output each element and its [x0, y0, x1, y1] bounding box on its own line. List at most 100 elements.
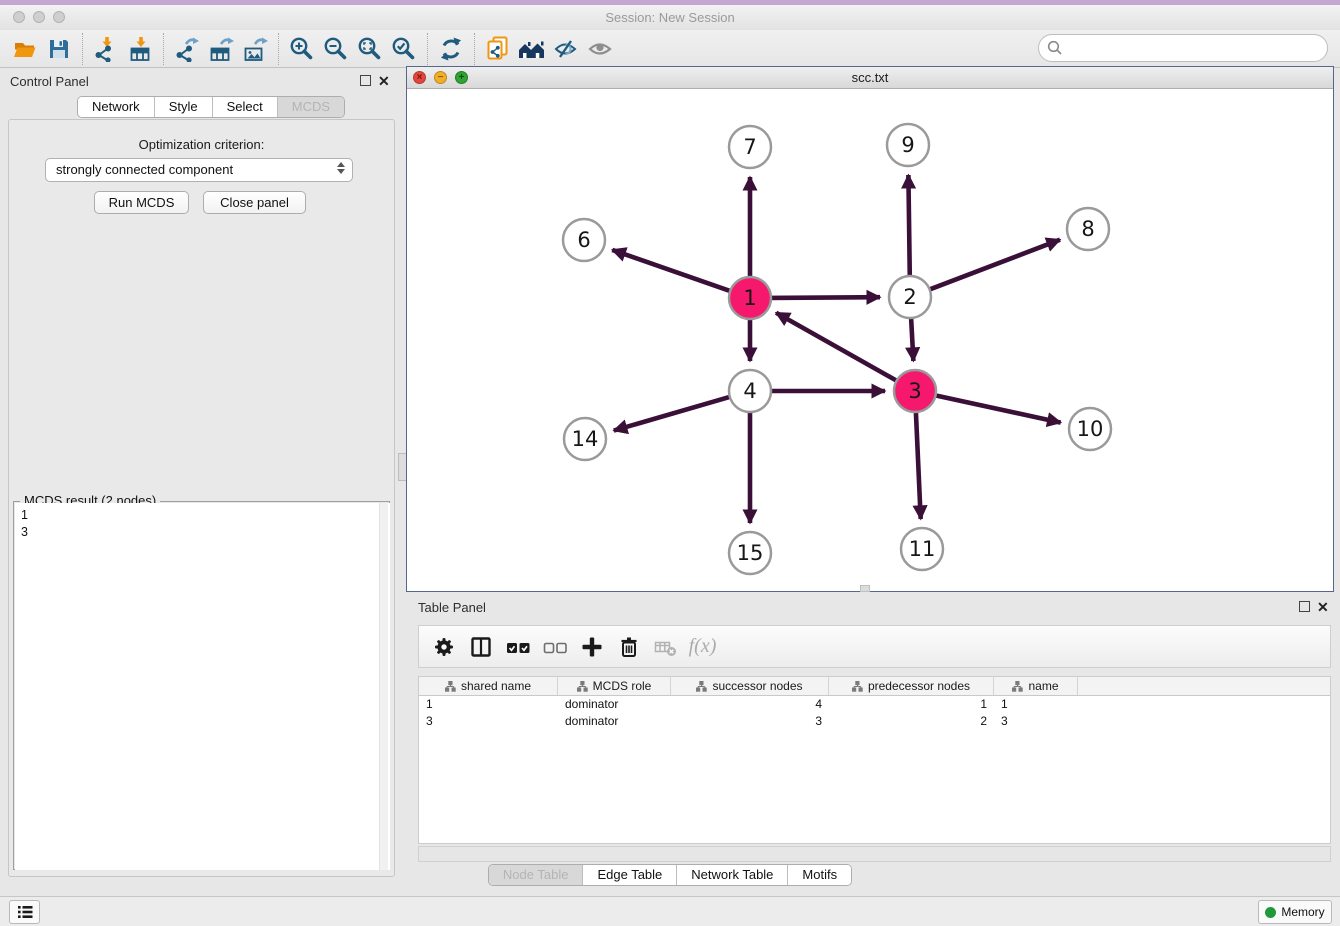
refresh-button[interactable] [434, 33, 468, 65]
zoom-selected-button[interactable] [387, 33, 421, 65]
table-row[interactable]: 3dominator323 [419, 713, 1330, 730]
edge-1-6[interactable] [612, 250, 732, 292]
column-header-name[interactable]: name [994, 677, 1078, 695]
table-float-icon[interactable] [1299, 601, 1310, 612]
column-label: name [1028, 679, 1058, 693]
search-icon [1047, 40, 1063, 56]
mcds-result-group: MCDS result (2 nodes) 1 3 [13, 501, 390, 870]
column-label: successor nodes [712, 679, 802, 693]
tab-select[interactable]: Select [213, 97, 278, 117]
cell-name[interactable]: 1 [994, 696, 1078, 713]
cell-shared-name[interactable]: 1 [419, 696, 558, 713]
titlebar: Session: New Session [0, 5, 1340, 30]
edge-1-2[interactable] [769, 297, 880, 298]
minimize-window-button[interactable] [33, 11, 45, 23]
hide-selected-button[interactable] [549, 33, 583, 65]
node-label-15: 15 [737, 541, 764, 565]
memory-button[interactable]: Memory [1258, 900, 1332, 924]
main-toolbar [0, 30, 1340, 68]
show-all-button[interactable] [583, 33, 617, 65]
cell-successor-nodes[interactable]: 4 [671, 696, 829, 713]
save-session-button[interactable] [42, 33, 76, 65]
window-title: Session: New Session [0, 5, 1340, 30]
network-view-window: × − + scc.txt 7968124314101511 [406, 66, 1334, 592]
create-column-button[interactable] [573, 629, 610, 665]
edge-4-14[interactable] [614, 396, 732, 430]
export-table-button[interactable] [204, 33, 238, 65]
open-session-button[interactable] [8, 33, 42, 65]
tab-mcds[interactable]: MCDS [278, 97, 344, 117]
network-resize-grip[interactable] [860, 585, 870, 592]
table-scrollbar[interactable] [418, 846, 1331, 862]
table-settings-button[interactable] [425, 629, 462, 665]
toolbar-separator [163, 33, 164, 65]
edge-3-10[interactable] [934, 395, 1061, 423]
unselect-all-columns-button[interactable] [536, 629, 573, 665]
column-header-successor-nodes[interactable]: successor nodes [671, 677, 829, 695]
import-network-button[interactable] [89, 33, 123, 65]
edge-2-3[interactable] [911, 316, 913, 361]
refresh-icon [438, 36, 464, 62]
import-table-button[interactable] [123, 33, 157, 65]
column-header-MCDS-role[interactable]: MCDS role [558, 677, 671, 695]
control-panel-header: Control Panel ✕ [0, 68, 403, 94]
optimization-dropdown[interactable]: strongly connected component [45, 158, 353, 182]
network-maximize-button[interactable]: + [455, 71, 468, 84]
show-task-history-button[interactable] [9, 900, 40, 924]
export-network-button[interactable] [170, 33, 204, 65]
edge-3-11[interactable] [916, 410, 921, 519]
search-input[interactable] [1068, 41, 1327, 56]
toolbar-separator [474, 33, 475, 65]
table-tab-motifs[interactable]: Motifs [788, 865, 851, 885]
export-image-button[interactable] [238, 33, 272, 65]
show-column-panel-button[interactable] [462, 629, 499, 665]
network-close-button[interactable]: × [413, 71, 426, 84]
cell-successor-nodes[interactable]: 3 [671, 713, 829, 730]
import-table-icon [127, 36, 153, 62]
cell-shared-name[interactable]: 3 [419, 713, 558, 730]
network-minimize-button[interactable]: − [434, 71, 447, 84]
table-tab-node-table[interactable]: Node Table [489, 865, 584, 885]
close-window-button[interactable] [13, 11, 25, 23]
cell-MCDS-role[interactable]: dominator [558, 696, 671, 713]
edge-2-9[interactable] [908, 175, 909, 278]
close-panel-button[interactable]: Close panel [203, 191, 306, 214]
zoom-in-button[interactable] [285, 33, 319, 65]
cell-predecessor-nodes[interactable]: 1 [829, 696, 994, 713]
run-mcds-button[interactable]: Run MCDS [94, 191, 189, 214]
column-label: predecessor nodes [868, 679, 970, 693]
edge-3-1[interactable] [776, 313, 898, 382]
network-canvas[interactable]: 7968124314101511 [407, 89, 1333, 591]
tab-style[interactable]: Style [155, 97, 213, 117]
cell-MCDS-role[interactable]: dominator [558, 713, 671, 730]
first-neighbors-icon [517, 36, 547, 62]
zoom-out-button[interactable] [319, 33, 353, 65]
table-close-icon[interactable]: ✕ [1317, 601, 1329, 613]
table-row[interactable]: 1dominator411 [419, 696, 1330, 713]
table-tab-edge-table[interactable]: Edge Table [583, 865, 677, 885]
node-label-1: 1 [743, 286, 756, 310]
cell-predecessor-nodes[interactable]: 2 [829, 713, 994, 730]
float-panel-icon[interactable] [360, 75, 371, 86]
zoom-fit-button[interactable] [353, 33, 387, 65]
column-header-predecessor-nodes[interactable]: predecessor nodes [829, 677, 994, 695]
node-label-10: 10 [1077, 417, 1104, 441]
table-tabs: Node TableEdge TableNetwork TableMotifs [488, 864, 852, 886]
close-panel-icon[interactable]: ✕ [378, 75, 390, 87]
delete-column-button[interactable] [610, 629, 647, 665]
cell-name[interactable]: 3 [994, 713, 1078, 730]
mcds-result-list[interactable]: 1 3 [15, 503, 390, 870]
memory-status-icon [1265, 907, 1276, 918]
result-scrollbar[interactable] [379, 503, 388, 870]
maximize-window-button[interactable] [53, 11, 65, 23]
table-tab-network-table[interactable]: Network Table [677, 865, 788, 885]
edge-2-8[interactable] [928, 240, 1060, 291]
search-field[interactable] [1038, 34, 1328, 62]
network-overview-button[interactable] [481, 33, 515, 65]
fx-icon: f(x) [689, 635, 717, 658]
tab-network[interactable]: Network [78, 97, 155, 117]
first-neighbors-button[interactable] [515, 33, 549, 65]
control-panel-title: Control Panel [10, 74, 89, 89]
select-all-columns-button[interactable] [499, 629, 536, 665]
column-header-shared-name[interactable]: shared name [419, 677, 558, 695]
